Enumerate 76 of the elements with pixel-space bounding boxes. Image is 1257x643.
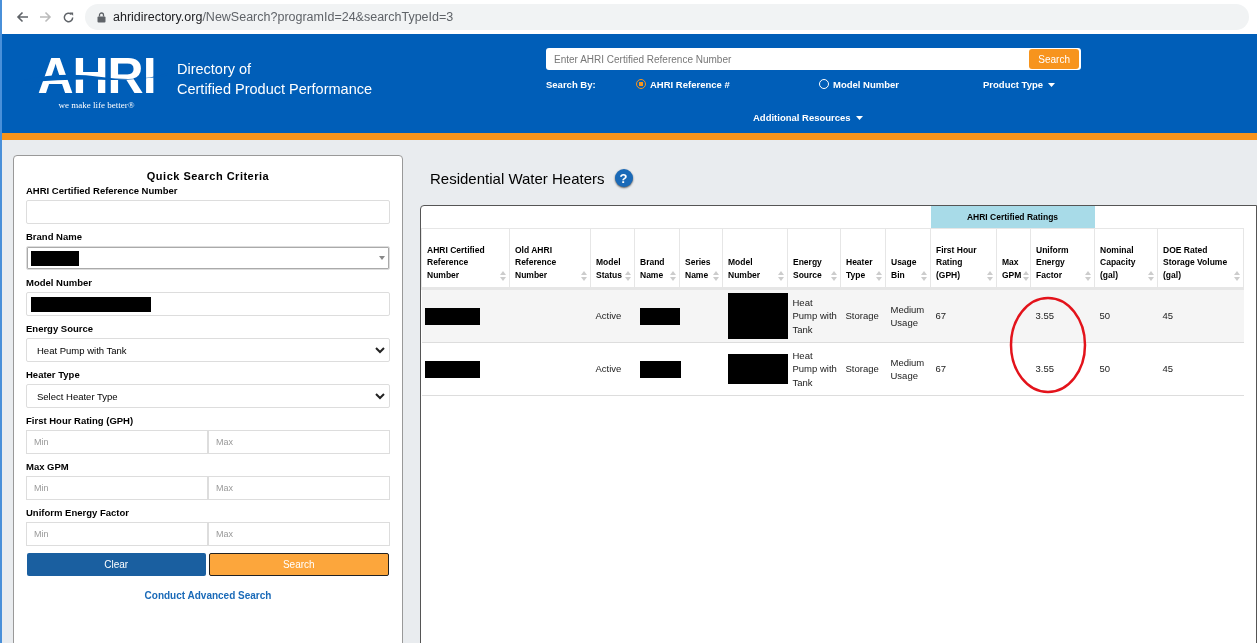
search-by-label: Search By: (546, 78, 597, 90)
table-cell: Storage (845, 310, 879, 322)
panel-title: Quick Search Criteria (145, 170, 271, 182)
table-cell: 50 (1099, 363, 1111, 375)
field-label: Heater Type (26, 369, 81, 381)
dropdown-field[interactable]: Heat Pump with Tank (26, 338, 390, 362)
field-label: Brand Name (26, 231, 83, 243)
group-header: AHRI Certified Ratings (930, 206, 1095, 229)
table-cell: Storage (845, 363, 879, 375)
table-cell: Medium Usage (890, 303, 925, 328)
field-label: Max GPM (26, 461, 70, 473)
menu-dropdown[interactable]: Product Type (983, 78, 1055, 90)
input-field[interactable] (26, 200, 390, 224)
radio-option[interactable]: AHRI Reference # (636, 78, 819, 90)
sort-icon[interactable] (831, 271, 837, 281)
table-cell: 45 (1162, 363, 1174, 375)
table-cell: Medium Usage (890, 356, 925, 381)
dropdown-field[interactable]: Select Heater Type (26, 384, 390, 408)
table-cell: 50 (1099, 310, 1111, 322)
redaction-bar (424, 307, 480, 325)
field-label: Uniform Energy Factor (26, 507, 130, 519)
sort-icon[interactable] (625, 271, 631, 281)
table-cell: 3.55 (1035, 310, 1054, 322)
input-field[interactable]: Min (26, 476, 208, 500)
sort-icon[interactable] (581, 271, 587, 281)
caret-icon (1048, 83, 1055, 87)
lock-icon (97, 11, 106, 23)
sort-icon[interactable] (1085, 271, 1092, 281)
field-label: First Hour Rating (GPH) (26, 415, 135, 427)
chevron-icon (375, 392, 385, 400)
table-cell: 67 (935, 363, 947, 375)
table-cell: 67 (935, 310, 947, 322)
sort-icon[interactable] (1148, 271, 1155, 281)
table-cell: Heat Pump with Tank (792, 349, 837, 388)
input-field[interactable] (26, 292, 390, 316)
redaction-bar (424, 360, 480, 378)
input-field[interactable]: Min (26, 430, 208, 454)
back-icon[interactable] (16, 11, 29, 23)
redaction-bar (639, 360, 681, 378)
caret-icon (855, 116, 863, 121)
caret-icon (379, 256, 385, 260)
table-cell: Heat Pump with Tank (792, 296, 837, 335)
sort-icon[interactable] (778, 271, 784, 281)
sort-icon[interactable] (670, 271, 676, 281)
dropdown-field[interactable] (26, 246, 390, 270)
address-bar[interactable]: ahridirectory.org/NewSearch?programId=24&searchTypeId=3 (85, 4, 1249, 30)
sort-icon[interactable] (713, 271, 719, 281)
chevron-icon (375, 346, 385, 354)
table-cell: 3.55 (1035, 363, 1054, 375)
table-cell: Active (595, 310, 622, 322)
results-title: Residential Water Heaters (430, 169, 605, 187)
sort-icon[interactable] (987, 271, 993, 281)
input-field[interactable]: Max (208, 476, 390, 500)
sort-icon[interactable] (1234, 271, 1241, 281)
field-label: Energy Source (26, 323, 95, 335)
sort-icon[interactable] (1023, 271, 1030, 281)
sort-icon[interactable] (876, 271, 882, 281)
redaction-bar (727, 293, 788, 339)
reload-icon[interactable] (62, 10, 75, 24)
forward-icon[interactable] (39, 11, 52, 23)
table-cell: Active (595, 363, 622, 375)
advanced-search-link[interactable]: Conduct Advanced Search (144, 590, 272, 601)
redaction-bar (727, 354, 788, 384)
field-label: AHRI Certified Reference Number (26, 185, 179, 197)
table-cell: 45 (1162, 310, 1174, 322)
menu-dropdown[interactable]: Additional Resources (753, 112, 863, 123)
field-label: Model Number (26, 277, 93, 289)
input-field[interactable]: Max (208, 522, 390, 546)
sort-icon[interactable] (500, 271, 506, 281)
help-icon[interactable]: ? (614, 169, 633, 187)
input-field[interactable]: Max (208, 430, 390, 454)
radio-option[interactable]: Model Number (819, 78, 983, 90)
site-title: Directory of Certified Product Performance (177, 60, 373, 99)
clear-button[interactable]: Clear (27, 553, 206, 576)
input-field[interactable]: Min (26, 522, 208, 546)
sort-icon[interactable] (921, 271, 927, 281)
